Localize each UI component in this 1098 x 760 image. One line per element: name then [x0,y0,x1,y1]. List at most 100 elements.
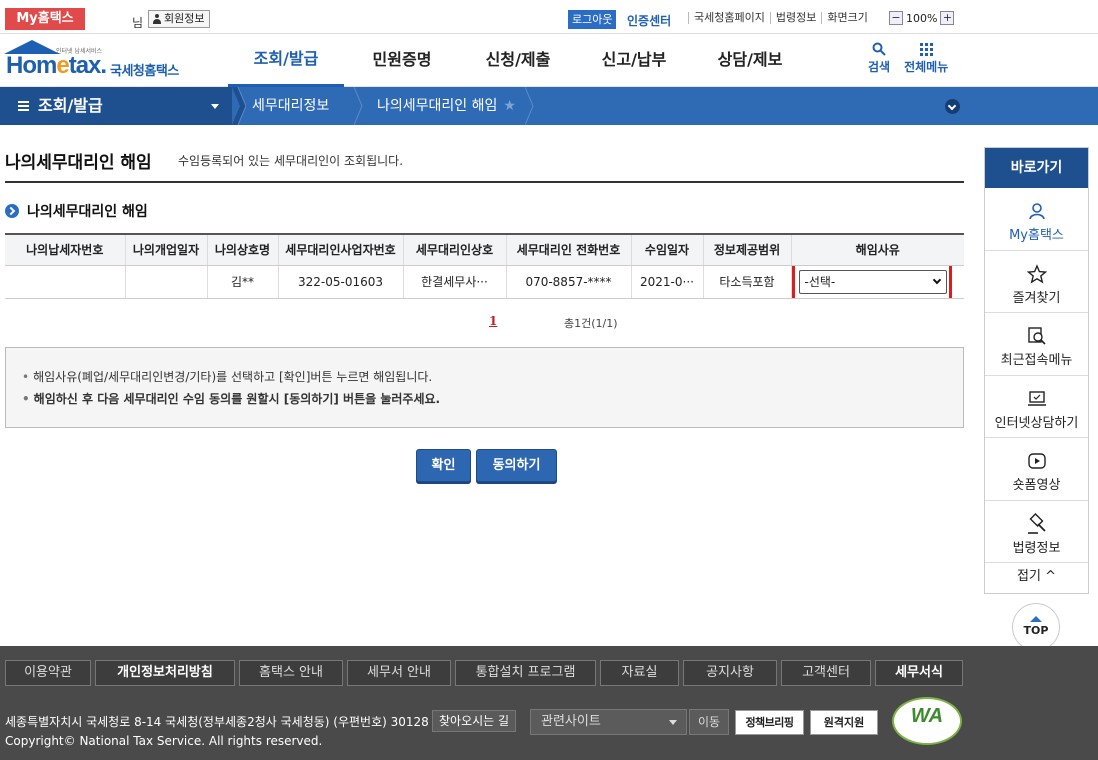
nav-consult[interactable]: 상담/제보 [692,34,808,87]
location-bar: 조회/발급 세무대리정보 나의세무대리인 해임 ★ [0,87,1098,125]
gavel-icon [985,512,1088,535]
page-number-current[interactable]: 1 [489,314,497,328]
nav-application[interactable]: 신청/제출 [460,34,576,87]
col-header: 세무대리인사업자번호 [277,233,403,266]
recent-search-icon [985,325,1088,347]
remote-support-link[interactable]: 원격지원 [810,710,878,735]
caret-down-icon [211,104,219,109]
footer-privacy[interactable]: 개인정보처리방침 [95,660,235,686]
main-header: 인터넷 납세서비스 Hometax. 국세청홈택스 조회/발급 민원증명 신청/… [0,34,1098,87]
screen-size-label: 화면크기 [821,12,872,24]
cert-center-link[interactable]: 인증센터 [627,12,671,29]
cell-commission-date: 2021-0··· [630,265,703,299]
play-icon [985,450,1088,472]
user-suffix: 님 [132,16,144,30]
related-sites-select[interactable]: 관련사이트 [530,709,687,735]
person-icon [152,14,162,24]
zoom-in-button[interactable]: + [940,11,955,25]
title-divider [5,181,964,183]
web-accessibility-mark: WA [892,697,962,745]
quick-short-video[interactable]: 숏폼영상 [985,438,1088,501]
location-menu-toggle[interactable]: 조회/발급 [0,87,232,125]
col-header: 나의납세자번호 [5,233,125,266]
search-icon [868,40,890,58]
arrow-circle-icon [5,204,19,218]
footer-library[interactable]: 자료실 [600,660,679,686]
footer-tax-forms[interactable]: 세무서식 [875,660,963,686]
footer-address: 세종특별자치시 국세청로 8-14 국세청(정부세종2청사 국세청동) (우편번… [5,715,429,729]
quick-recent-menu[interactable]: 최근접속메뉴 [985,313,1088,376]
page-title: 나의세무대리인 해임 [5,153,152,173]
policy-briefing-link[interactable]: 정책브리핑 [735,710,804,735]
zoom-control: − 100% + [889,11,955,25]
footer-terms[interactable]: 이용약관 [5,660,91,686]
breadcrumb-current-label: 나의세무대리인 해임 [377,98,498,114]
chevron-down-icon[interactable] [945,99,960,114]
confirm-button[interactable]: 확인 [416,449,471,482]
cell-dismiss-reason: -선택- [790,265,964,299]
cell-info-scope: 타소득포함 [702,265,791,299]
nav-report-payment[interactable]: 신고/납부 [576,34,692,87]
all-menu-button[interactable]: 전체메뉴 [904,40,948,75]
footer-hometax-guide[interactable]: 홈택스 안내 [239,660,343,686]
fold-button[interactable]: 접기 ^ [985,563,1088,593]
notice-line: 해임사유(폐업/세무대리인변경/기타)를 선택하고 [확인]버튼 누르면 해임됩… [22,366,963,388]
quick-menu-panel: 바로가기 My홈택스 즐겨찾기 최근접속메뉴 인터넷상담하기 숏폼영상 법령정보… [984,147,1089,594]
arrow-up-icon [1030,616,1042,622]
cell-taxpayer-no [5,265,125,299]
quick-favorites[interactable]: 즐겨찾기 [985,251,1088,313]
member-info-button[interactable]: 회원정보 [148,10,211,28]
tax-agent-table: 나의납세자번호 나의개업일자 나의상호명 세무대리인사업자번호 세무대리인상호 … [5,233,964,299]
logout-button[interactable]: 로그아웃 [568,10,617,29]
scroll-top-button[interactable]: TOP [1012,603,1060,651]
quick-law-info[interactable]: 법령정보 [985,501,1088,563]
breadcrumb-current[interactable]: 나의세무대리인 해임 ★ [377,87,516,125]
quick-menu-title: 바로가기 [985,148,1088,188]
logo-wordmark: Hometax. [6,52,107,79]
search-button[interactable]: 검색 [868,40,890,75]
footer-office-guide[interactable]: 세무서 안내 [347,660,451,686]
notice-box: 해임사유(폐업/세무대리인변경/기타)를 선택하고 [확인]버튼 누르면 해임됩… [5,347,964,428]
col-header: 세무대리인 전화번호 [505,233,631,266]
agree-button[interactable]: 동의하기 [476,449,557,482]
header-tools: 검색 전체메뉴 [868,40,948,75]
search-label: 검색 [868,60,891,74]
cell-agent-biz-no: 322-05-01603 [277,265,403,299]
copyright: Copyright© National Tax Service. All rig… [5,734,323,748]
logo-korean: 국세청홈택스 [110,64,179,79]
nts-homepage-link[interactable]: 국세청홈페이지 [688,12,770,24]
favorite-star-icon[interactable]: ★ [503,87,516,125]
footer-customer-center[interactable]: 고객센터 [781,660,871,686]
chevron-down-icon [932,275,941,284]
nav-certificate[interactable]: 민원증명 [344,34,460,87]
my-hometax-badge[interactable]: My홈택스 [5,8,85,30]
move-button[interactable]: 이동 [689,709,729,735]
col-header: 정보제공범위 [702,233,791,266]
quick-my-hometax[interactable]: My홈택스 [985,188,1088,251]
table-row: 김** 322-05-01603 한결세무사··· 070-8857-**** … [5,265,964,299]
dismiss-reason-select[interactable]: -선택- [798,269,947,294]
cell-agent-phone: 070-8857-**** [505,265,631,299]
all-menu-label: 전체메뉴 [904,60,949,74]
footer-notice[interactable]: 공지사항 [683,660,777,686]
nav-inquiry[interactable]: 조회/발급 [228,34,344,87]
breadcrumb-tax-agent-info[interactable]: 세무대리정보 [252,87,329,125]
breadcrumb-separator-icon [232,87,246,125]
page-description: 수임등록되어 있는 세무대리인이 조회됩니다. [178,154,404,168]
find-way-button[interactable]: 찾아오시는 길 [432,710,517,732]
utility-bar: My홈택스 님 회원정보 로그아웃 인증센터 국세청홈페이지 법령정보 화면크기… [0,0,1098,34]
hometax-logo[interactable]: 인터넷 납세서비스 Hometax. 국세청홈택스 [4,38,194,82]
table-header-row: 나의납세자번호 나의개업일자 나의상호명 세무대리인사업자번호 세무대리인상호 … [5,233,964,266]
law-info-link[interactable]: 법령정보 [769,12,821,24]
col-header: 세무대리인상호 [402,233,506,266]
person-icon [985,200,1088,222]
grid-menu-icon [904,40,948,58]
col-header: 해임사유 [790,233,964,266]
hamburger-icon [18,101,29,111]
quick-online-consult[interactable]: 인터넷상담하기 [985,376,1088,438]
caret-down-icon [669,720,677,725]
member-info-label: 회원정보 [164,12,205,25]
footer-install[interactable]: 통합설치 프로그램 [455,660,596,686]
zoom-out-button[interactable]: − [889,11,903,25]
dismiss-reason-value: -선택- [804,274,836,289]
